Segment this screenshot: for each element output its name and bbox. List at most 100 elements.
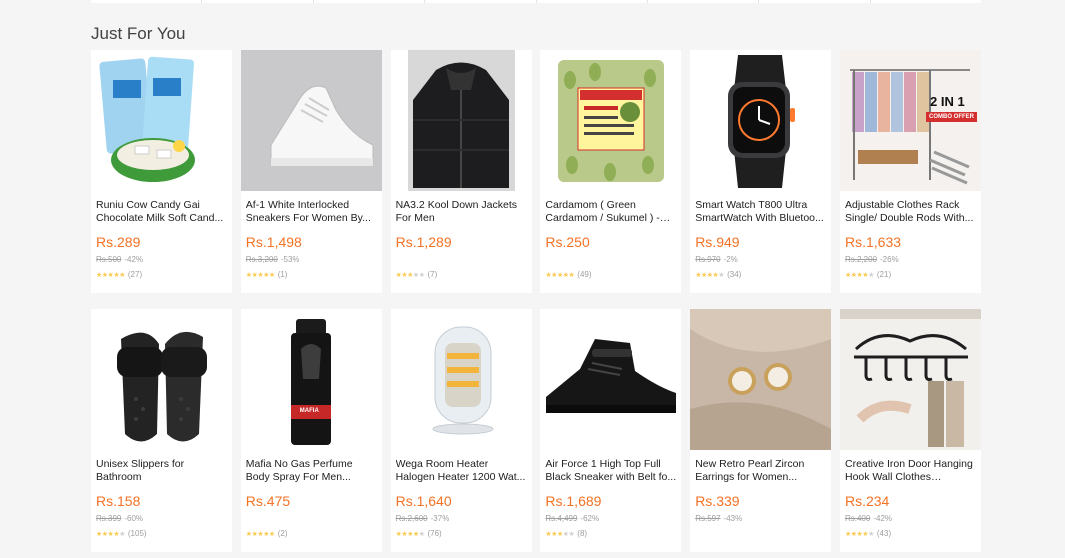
product-card[interactable]: MAFIA Mafia No Gas Perfume Body Spray Fo…	[240, 309, 382, 552]
original-price: Rs.500	[96, 255, 122, 264]
product-price: Rs.158	[96, 493, 141, 509]
original-price: Rs.4,499	[545, 514, 578, 523]
slipper-icon	[91, 309, 232, 450]
product-discount-info: Rs.970 -2%	[695, 255, 826, 266]
product-discount-info	[246, 514, 377, 525]
product-card[interactable]: Runiu Cow Candy Gai Chocolate Milk Soft …	[91, 50, 232, 293]
star-rating-icon: ★★★★★	[545, 271, 575, 279]
product-rating: ★★★★★ (1)	[246, 270, 377, 279]
review-count: (49)	[577, 270, 592, 279]
review-count: (21)	[876, 270, 892, 279]
discount-percent: -43%	[723, 514, 743, 523]
review-count: (2)	[277, 529, 288, 538]
discount-percent: -60%	[124, 514, 144, 523]
star-rating-icon: ★★★★★	[245, 530, 275, 538]
product-rating: ★★★★★ (34)	[695, 270, 826, 279]
product-discount-info	[545, 255, 676, 266]
perfume-label: MAFIA	[299, 408, 319, 414]
star-rating-icon: ★★★★★	[844, 271, 874, 279]
product-price: Rs.234	[844, 493, 890, 509]
combo-offer-badge: COMBO OFFER	[925, 112, 977, 122]
original-price: Rs.2,200	[844, 255, 878, 264]
star-rating-icon: ★★★★★	[545, 530, 575, 538]
product-rating: ★★★★★ (8)	[545, 529, 676, 538]
star-rating-icon: ★★★★★	[96, 271, 125, 279]
two-in-one-badge: 2 IN 1	[929, 94, 965, 109]
product-card[interactable]: New Retro Pearl Zircon Earrings for Wome…	[690, 309, 832, 552]
review-count: (1)	[277, 270, 288, 279]
product-discount-info: Rs.2,600 -37%	[396, 514, 527, 525]
product-card[interactable]: Smart Watch T800 Ultra SmartWatch With B…	[690, 50, 832, 293]
original-price: Rs.400	[844, 514, 871, 523]
product-price: Rs.1,640	[395, 493, 452, 509]
white-sneaker-icon	[240, 50, 382, 191]
product-price: Rs.1,498	[245, 234, 302, 250]
product-title: Runiu Cow Candy Gai Chocolate Milk Soft …	[96, 199, 224, 224]
discount-percent: -37%	[430, 514, 450, 523]
cardamom-pack-icon	[540, 50, 682, 191]
original-price: Rs.3,200	[245, 255, 278, 264]
product-title: Smart Watch T800 Ultra SmartWatch With B…	[695, 199, 824, 224]
product-discount-info: Rs.399 -60%	[96, 514, 227, 525]
product-title: Air Force 1 High Top Full Black Sneaker …	[545, 458, 677, 483]
black-sneaker-icon	[540, 309, 682, 450]
product-rating: ★★★★★ (7)	[396, 270, 527, 279]
product-card[interactable]: Cardamom ( Green Cardamom / Sukumel ) - …	[540, 50, 682, 293]
product-card[interactable]: Air Force 1 High Top Full Black Sneaker …	[540, 309, 682, 552]
product-discount-info: Rs.4,499 -62%	[545, 514, 676, 525]
original-price: Rs.597	[695, 514, 721, 523]
review-count: (27)	[127, 270, 143, 279]
black-jacket-icon	[390, 50, 532, 191]
product-rating: ★★★★★ (2)	[246, 529, 377, 538]
review-count: (105)	[127, 529, 147, 538]
product-discount-info	[396, 255, 527, 266]
product-title: Creative Iron Door Hanging Hook Wall Clo…	[844, 458, 973, 483]
product-card[interactable]: 2 IN 1 COMBO OFFER Adjustable Clothes Ra…	[839, 50, 981, 293]
product-title: Wega Room Heater Halogen Heater 1200 Wat…	[395, 458, 526, 483]
product-title: Mafia No Gas Perfume Body Spray For Men.…	[245, 458, 353, 483]
product-price: Rs.475	[245, 493, 291, 509]
product-card[interactable]: Wega Room Heater Halogen Heater 1200 Wat…	[390, 309, 532, 552]
product-price: Rs.1,689	[545, 493, 602, 509]
original-price: Rs.2,600	[395, 514, 428, 523]
product-rating: ★★★★★ (105)	[96, 529, 227, 538]
original-price: Rs.399	[96, 514, 122, 523]
review-count: (76)	[427, 529, 442, 538]
product-price: Rs.250	[545, 234, 590, 250]
product-title: Unisex Slippers for Bathroom	[96, 458, 185, 483]
product-price: Rs.339	[695, 493, 740, 509]
product-price: Rs.1,289	[395, 234, 452, 250]
product-title: New Retro Pearl Zircon Earrings for Wome…	[695, 458, 805, 483]
product-discount-info: Rs.2,200 -26%	[845, 255, 976, 266]
discount-percent: -62%	[580, 514, 600, 523]
discount-percent: -42%	[124, 255, 144, 264]
clothes-rack-icon: 2 IN 1 COMBO OFFER	[839, 50, 981, 191]
pearl-earrings-icon	[690, 309, 832, 450]
star-rating-icon: ★★★★★	[695, 271, 725, 279]
product-card[interactable]: Unisex Slippers for Bathroom Rs.158 Rs.3…	[91, 309, 232, 552]
product-rating: ★★★★★ (49)	[545, 270, 676, 279]
product-discount-info: Rs.400 -42%	[845, 514, 976, 525]
product-card[interactable]: NA3.2 Kool Down Jackets For Men Rs.1,289…	[390, 50, 532, 293]
review-count: (34)	[727, 270, 742, 279]
product-title: Adjustable Clothes Rack Single/ Double R…	[844, 199, 974, 224]
review-count: (8)	[577, 529, 588, 538]
product-card[interactable]: Af-1 White Interlocked Sneakers For Wome…	[240, 50, 382, 293]
product-card[interactable]: Creative Iron Door Hanging Hook Wall Clo…	[839, 309, 981, 552]
product-rating: ★★★★★ (27)	[96, 270, 227, 279]
previous-section-strip	[91, 0, 981, 3]
product-title: Af-1 White Interlocked Sneakers For Wome…	[245, 199, 371, 224]
discount-percent: -53%	[280, 255, 300, 264]
discount-percent: -26%	[880, 255, 899, 264]
section-title: Just For You	[91, 24, 186, 43]
product-discount-info: Rs.3,200 -53%	[246, 255, 377, 266]
star-rating-icon: ★★★★★	[395, 530, 425, 538]
product-price: Rs.289	[96, 234, 141, 250]
original-price: Rs.970	[695, 255, 721, 264]
candy-pack-icon	[91, 50, 232, 191]
product-grid: Runiu Cow Candy Gai Chocolate Milk Soft …	[91, 50, 981, 552]
product-title: NA3.2 Kool Down Jackets For Men	[395, 199, 517, 224]
smartwatch-icon	[690, 50, 832, 191]
product-discount-info: Rs.597 -43%	[695, 514, 826, 525]
product-rating: ★★★★★ (76)	[396, 529, 527, 538]
